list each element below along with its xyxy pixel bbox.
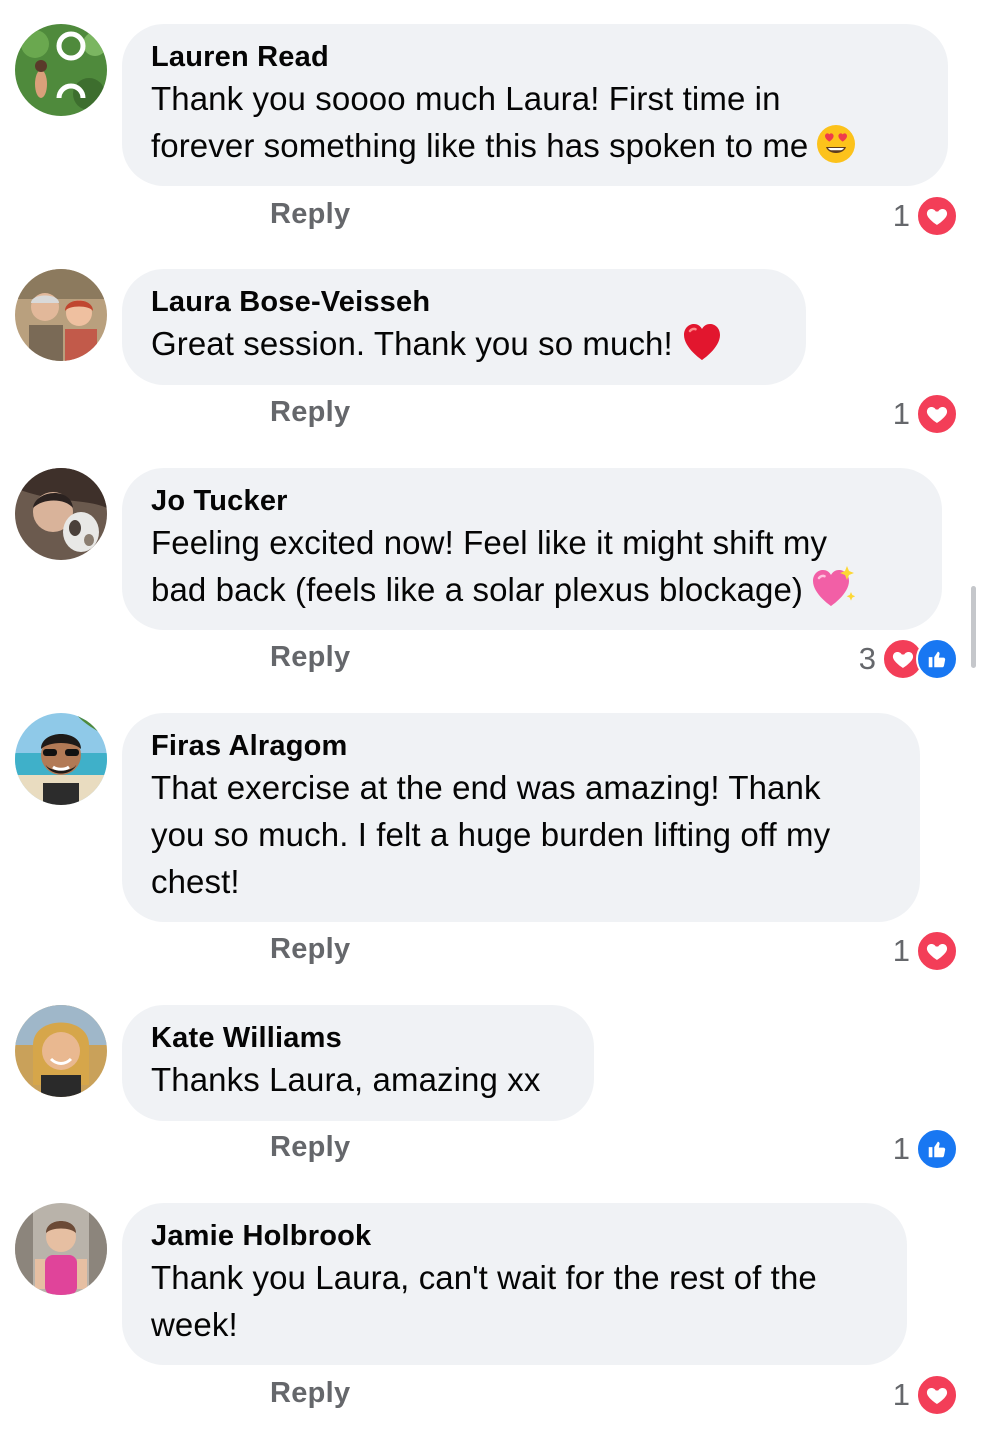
avatar-image [15,1203,107,1295]
comment-text-line: That exercise at the end was amazing! Th… [151,769,821,806]
avatar[interactable] [15,269,107,361]
reaction-summary[interactable]: 1 [892,195,958,237]
love-icon [916,195,958,237]
comment-bubble: Firas Alragom That exercise at the end w… [122,713,920,922]
comment-text-line: Feeling excited now! Feel like it might … [151,524,828,561]
reply-button[interactable]: Reply [270,1377,350,1410]
reply-button[interactable]: Reply [270,933,350,966]
comment-text-line: chest! [151,863,240,900]
avatar-image [15,713,107,805]
avatar-image [15,269,107,361]
comment-author[interactable]: Jo Tucker [151,483,912,519]
comment-author[interactable]: Lauren Read [151,39,918,75]
like-icon [916,1128,958,1170]
comment-bubble: Jo Tucker Feeling excited now! Feel like… [122,468,942,630]
like-icon [916,638,958,680]
avatar[interactable] [15,468,107,560]
comment-text-line: Thank you Laura, can't wait for the rest… [151,1259,817,1296]
reaction-count: 1 [892,933,910,968]
reply-button[interactable]: Reply [270,396,350,429]
comment-text-line: Thank you soooo much Laura! First time i… [151,80,781,117]
comment-text-line: week! [151,1306,238,1343]
comment-text-line: forever something like this has spoken t… [151,122,918,176]
comment-bubble: Lauren Read Thank you soooo much Laura! … [122,24,948,186]
red-heart-emoji [681,322,723,374]
avatar-image [15,1005,107,1097]
love-icon [916,1374,958,1416]
comment-text-line: Thanks Laura, amazing xx [151,1061,541,1098]
reaction-summary[interactable]: 1 [892,1374,958,1416]
avatar[interactable] [15,713,107,805]
avatar-image [15,468,107,560]
reaction-count: 1 [892,1377,910,1412]
love-icon [916,393,958,435]
reaction-summary[interactable]: 1 [892,930,958,972]
reaction-count: 1 [892,1131,910,1166]
heart-eyes-emoji [816,124,856,176]
avatar[interactable] [15,1005,107,1097]
avatar[interactable] [15,1203,107,1295]
comment-author[interactable]: Kate Williams [151,1020,564,1056]
sparkling-heart-emoji [811,566,856,620]
comment-text-line: you so much. I felt a huge burden liftin… [151,816,831,853]
reaction-summary[interactable]: 1 [892,393,958,435]
comment-text-line: bad back (feels like a solar plexus bloc… [151,566,912,620]
reaction-summary[interactable]: 3 [858,638,958,680]
reply-button[interactable]: Reply [270,198,350,231]
love-icon [916,930,958,972]
reply-button[interactable]: Reply [270,641,350,674]
comment-author[interactable]: Laura Bose-Veisseh [151,284,776,320]
reaction-count: 1 [892,198,910,233]
comment-bubble: Laura Bose-Veisseh Great session. Thank … [122,269,806,385]
reaction-summary[interactable]: 1 [892,1128,958,1170]
comment-bubble: Kate Williams Thanks Laura, amazing xx [122,1005,594,1121]
reaction-count: 3 [858,641,876,676]
comment-author[interactable]: Firas Alragom [151,728,890,764]
comment-text-line: Great session. Thank you so much! [151,320,776,374]
comment-bubble: Jamie Holbrook Thank you Laura, can't wa… [122,1203,907,1365]
reaction-count: 1 [892,396,910,431]
avatar[interactable] [15,24,107,116]
scrollbar[interactable] [971,586,976,668]
comment-author[interactable]: Jamie Holbrook [151,1218,877,1254]
avatar-image [15,24,107,116]
reply-button[interactable]: Reply [270,1131,350,1164]
